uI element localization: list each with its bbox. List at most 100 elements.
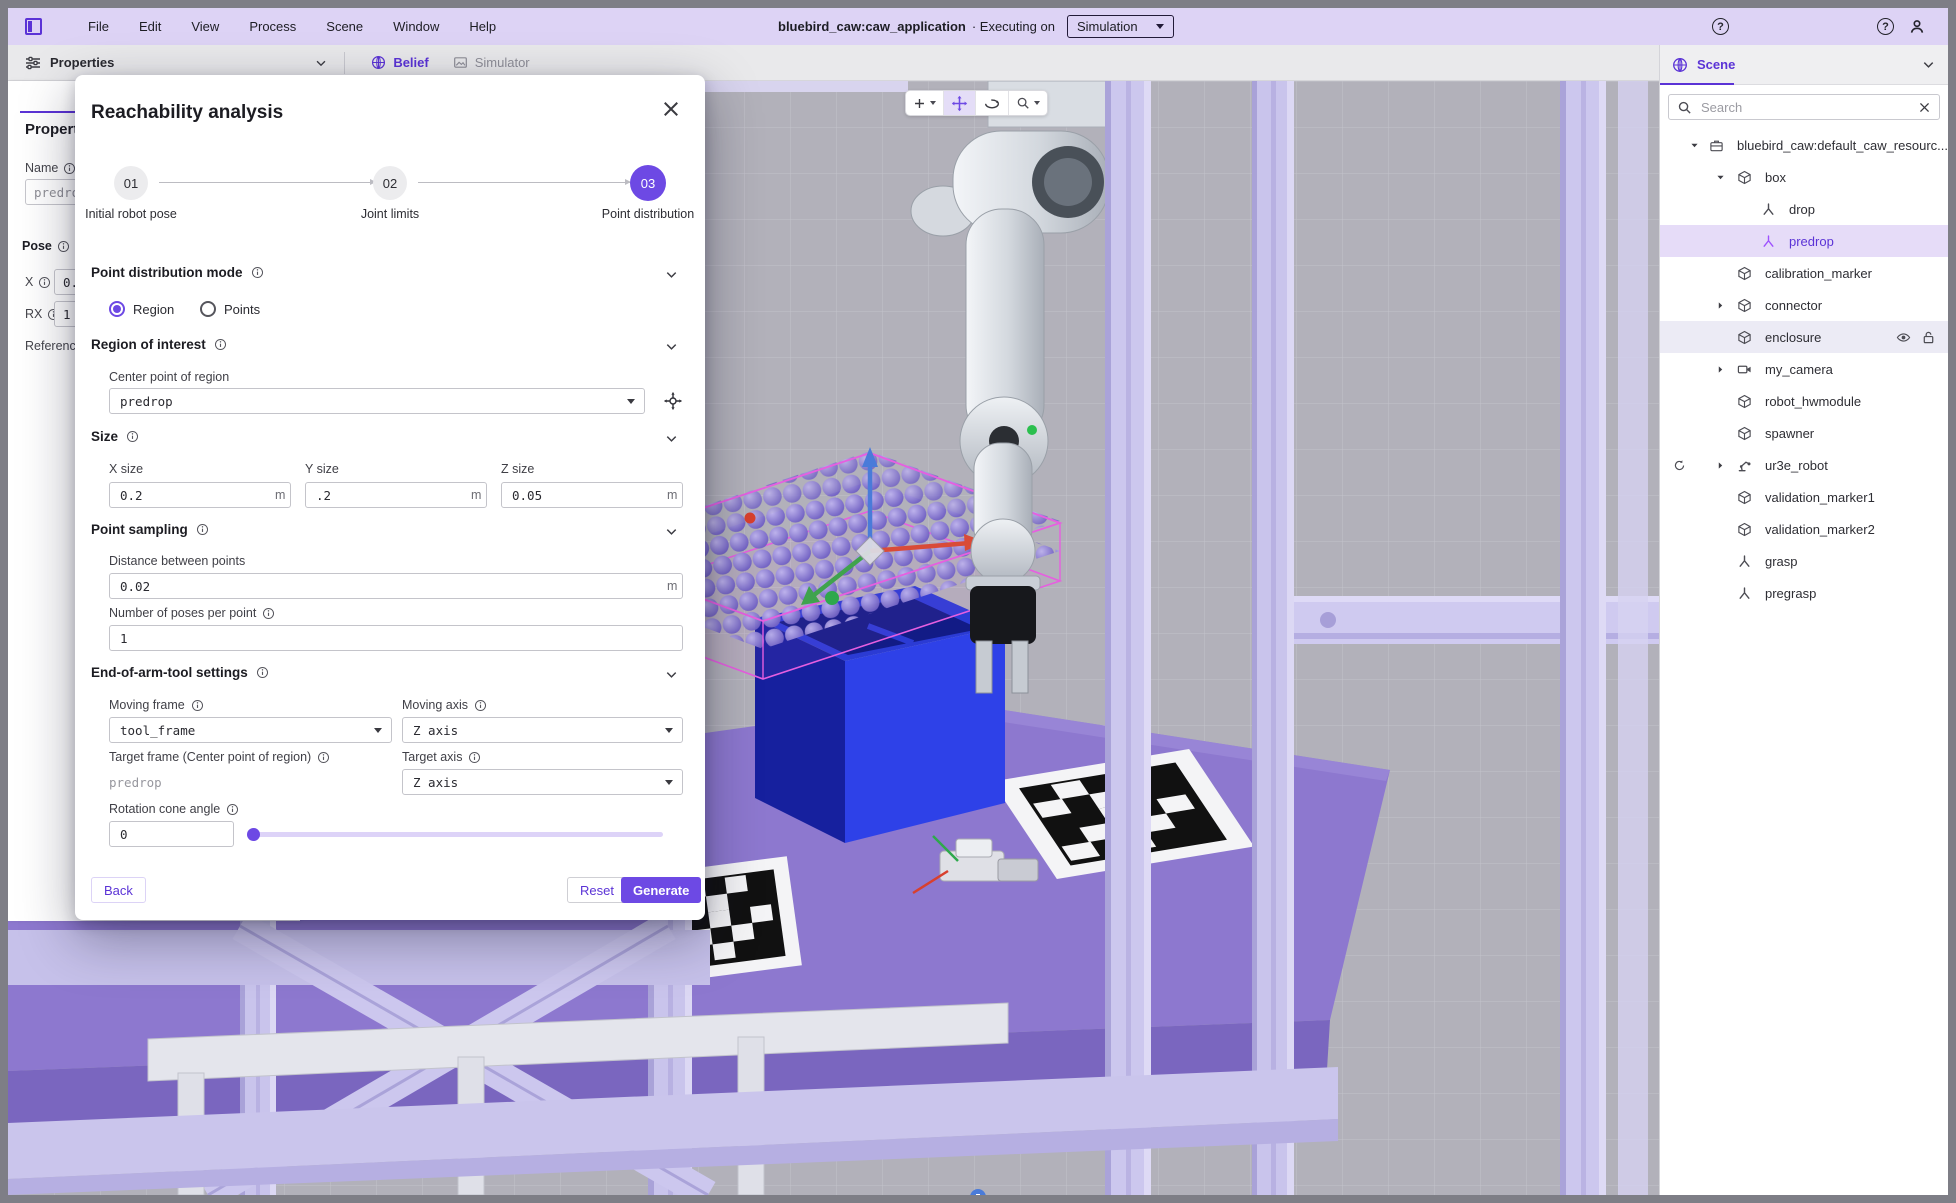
poses-field[interactable] [109, 625, 683, 651]
tree-item-validation-marker2[interactable]: validation_marker2 [1660, 513, 1948, 545]
tune-icon [24, 54, 42, 72]
info-icon[interactable] [256, 666, 269, 679]
chevron-right-icon[interactable] [1712, 300, 1728, 311]
tree-item-calibration-marker[interactable]: calibration_marker [1660, 257, 1948, 289]
cube-icon [1736, 298, 1752, 313]
simulation-select[interactable]: Simulation [1067, 15, 1174, 38]
step-1-number: 01 [124, 176, 138, 191]
chevron-down-icon[interactable] [1921, 57, 1936, 72]
menu-edit[interactable]: Edit [139, 19, 161, 34]
tree-item-connector[interactable]: connector [1660, 289, 1948, 321]
app-logo-icon [25, 18, 42, 35]
info-icon[interactable] [468, 751, 481, 764]
lock-icon[interactable] [1921, 330, 1936, 345]
close-icon[interactable] [661, 99, 681, 119]
orbit-tool-button[interactable] [976, 91, 1008, 115]
x-size-field[interactable] [109, 482, 291, 508]
move-tool-button[interactable] [944, 91, 975, 115]
info-icon[interactable] [196, 523, 209, 536]
briefcase-icon [1709, 138, 1724, 153]
step-3[interactable]: 03 [630, 165, 666, 201]
tree-item-validation-marker1[interactable]: validation_marker1 [1660, 481, 1948, 513]
radio-region-label: Region [133, 302, 174, 317]
menu-process[interactable]: Process [249, 19, 296, 34]
account-icon[interactable] [1908, 18, 1926, 36]
help-icon[interactable]: ? [1877, 18, 1894, 35]
info-icon[interactable] [214, 338, 227, 351]
slider-thumb[interactable] [247, 828, 260, 841]
info-icon[interactable] [262, 607, 275, 620]
y-size-field[interactable] [305, 482, 487, 508]
tree-item-label: grasp [1765, 554, 1798, 569]
menu-help[interactable]: Help [469, 19, 496, 34]
tree-item-spawner[interactable]: spawner [1660, 417, 1948, 449]
help-shortcut[interactable]: ? [1712, 8, 1729, 45]
menu-window[interactable]: Window [393, 19, 439, 34]
chevron-down-icon[interactable] [664, 667, 679, 682]
globe-icon [371, 55, 386, 70]
tree-item-my-camera[interactable]: my_camera [1660, 353, 1948, 385]
info-icon[interactable] [251, 266, 264, 279]
chevron-right-icon[interactable] [1712, 364, 1728, 375]
clear-search-icon[interactable] [1918, 101, 1931, 114]
generate-button[interactable]: Generate [621, 877, 701, 903]
z-size-field[interactable] [501, 482, 683, 508]
eye-icon[interactable] [1896, 330, 1911, 345]
menu-scene[interactable]: Scene [326, 19, 363, 34]
tree-item-pregrasp[interactable]: pregrasp [1660, 577, 1948, 609]
info-icon[interactable] [126, 430, 139, 443]
menu-file[interactable]: File [88, 19, 109, 34]
chevron-down-icon[interactable] [664, 339, 679, 354]
tree-item-enclosure[interactable]: enclosure [1660, 321, 1948, 353]
zoom-tool-button[interactable] [1009, 91, 1047, 115]
x-label: X [25, 275, 33, 289]
distance-field[interactable] [109, 573, 683, 599]
chevron-down-icon[interactable] [314, 56, 328, 70]
chevron-down-icon[interactable] [1688, 140, 1701, 151]
info-icon[interactable] [317, 751, 330, 764]
rotation-cone-slider[interactable] [247, 832, 663, 837]
tree-item-robot-hwmodule[interactable]: robot_hwmodule [1660, 385, 1948, 417]
search-input[interactable] [1699, 99, 1911, 116]
add-object-button[interactable] [906, 91, 943, 115]
info-icon[interactable] [474, 699, 487, 712]
step-1[interactable]: 01 [114, 166, 148, 200]
center-point-label: Center point of region [109, 370, 229, 384]
section-label: Size [91, 429, 118, 444]
active-tab-underline [1660, 83, 1734, 85]
chevron-down-icon[interactable] [1712, 172, 1728, 183]
tree-item-drop[interactable]: drop [1660, 193, 1948, 225]
pose-label: Pose [22, 239, 52, 253]
chevron-down-icon[interactable] [664, 524, 679, 539]
tree-item-ur3e-robot[interactable]: ur3e_robot [1660, 449, 1948, 481]
back-button[interactable]: Back [91, 877, 146, 903]
tree-item-predrop[interactable]: predrop [1660, 225, 1948, 257]
properties-panel-selector[interactable]: Properties [50, 55, 114, 70]
back-button-label: Back [104, 883, 133, 898]
rotation-cone-field[interactable] [109, 821, 234, 847]
reset-button-label: Reset [580, 883, 614, 898]
cube-icon [1736, 170, 1752, 185]
center-point-select[interactable]: predrop [109, 388, 645, 414]
chevron-down-icon[interactable] [664, 431, 679, 446]
chevron-down-icon[interactable] [664, 267, 679, 282]
info-icon[interactable] [226, 803, 239, 816]
tree-item-label: connector [1765, 298, 1822, 313]
target-axis-select[interactable]: Z axis [402, 769, 683, 795]
tree-item-grasp[interactable]: grasp [1660, 545, 1948, 577]
focus-crosshair-icon[interactable] [663, 391, 683, 411]
radio-region[interactable]: Region [109, 301, 174, 317]
moving-axis-select[interactable]: Z axis [402, 717, 683, 743]
scene-tab[interactable]: Scene [1697, 57, 1735, 72]
tree-item-root[interactable]: bluebird_caw:default_caw_resourc... [1660, 129, 1948, 161]
x-size-unit: m [275, 488, 285, 502]
step-2[interactable]: 02 [373, 166, 407, 200]
orbit-icon [983, 94, 1001, 112]
moving-frame-select[interactable]: tool_frame [109, 717, 392, 743]
tree-item-box[interactable]: box [1660, 161, 1948, 193]
info-icon[interactable] [191, 699, 204, 712]
chevron-right-icon[interactable] [1712, 460, 1728, 471]
menu-view[interactable]: View [191, 19, 219, 34]
reset-button[interactable]: Reset [567, 877, 627, 903]
radio-points[interactable]: Points [200, 301, 260, 317]
